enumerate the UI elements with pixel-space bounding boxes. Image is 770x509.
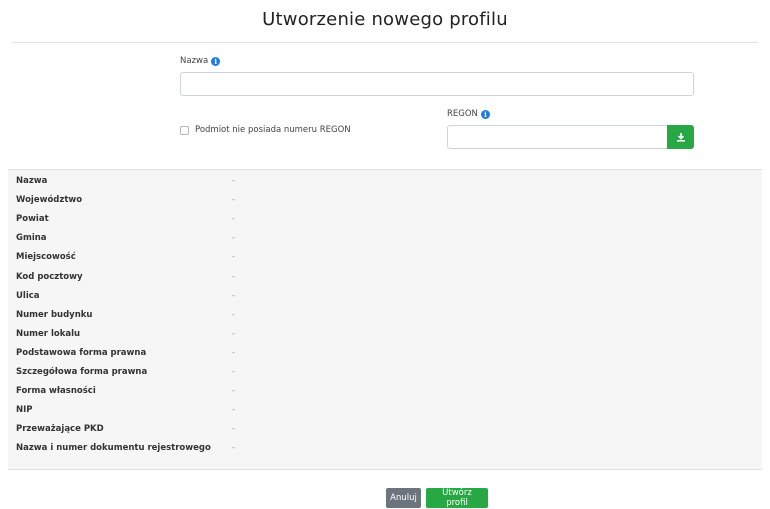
details-row-value: - xyxy=(232,309,236,320)
details-row-label: Gmina xyxy=(16,233,47,244)
name-label-text: Nazwa xyxy=(180,56,209,66)
no-regon-option[interactable]: Podmiot nie posiada numeru REGON xyxy=(180,125,351,135)
details-row: Nazwa i numer dokumentu rejestrowego - xyxy=(8,439,762,457)
fetch-regon-button[interactable] xyxy=(667,125,694,149)
details-row: Nazwa - xyxy=(8,172,762,190)
details-row: NIP - xyxy=(8,401,762,419)
details-row-label: Powiat xyxy=(16,214,49,225)
info-icon[interactable]: i xyxy=(480,109,490,119)
details-row: Ulica - xyxy=(8,287,762,305)
details-row-label: Szczegółowa forma prawna xyxy=(16,367,148,377)
details-row: Szczegółowa forma prawna - xyxy=(8,363,762,381)
create-profile-button[interactable]: Utwórz profil xyxy=(426,488,488,508)
details-row-label: Numer lokalu xyxy=(16,328,81,339)
details-row-value: - xyxy=(232,367,236,377)
no-regon-checkbox[interactable] xyxy=(180,125,189,135)
details-row: Kod pocztowy - xyxy=(8,268,762,286)
details-row-value: - xyxy=(232,386,236,397)
details-row-label: NIP xyxy=(16,405,33,416)
details-row-value: - xyxy=(232,405,236,416)
details-row-label: Miejscowość xyxy=(16,252,76,263)
details-row-label: Województwo xyxy=(16,195,83,206)
details-row-label: Numer budynku xyxy=(16,309,93,320)
regon-input[interactable] xyxy=(447,125,668,149)
details-row-value: - xyxy=(232,271,236,282)
title-divider xyxy=(12,42,758,43)
details-row-value: - xyxy=(232,214,236,225)
details-row: Numer budynku - xyxy=(8,306,762,324)
no-regon-label: Podmiot nie posiada numeru REGON xyxy=(195,125,351,135)
regon-label-text: REGON xyxy=(447,109,478,119)
details-row-value: - xyxy=(232,195,236,206)
details-row-value: - xyxy=(232,347,236,358)
cancel-button[interactable]: Anuluj xyxy=(386,488,421,508)
details-row-value: - xyxy=(232,290,236,301)
download-icon xyxy=(676,133,685,142)
details-row-label: Podstawowa forma prawna xyxy=(16,347,147,358)
details-row-label: Forma własności xyxy=(16,386,96,397)
details-row-label: Nazwa i numer dokumentu rejestrowego xyxy=(16,443,211,454)
details-row-value: - xyxy=(232,424,236,435)
details-row: Podstawowa forma prawna - xyxy=(8,344,762,362)
details-row: Forma własności - xyxy=(8,382,762,400)
name-label: Nazwa i xyxy=(180,56,221,66)
details-row-label: Przeważające PKD xyxy=(16,424,104,435)
details-row: Województwo - xyxy=(8,191,762,209)
page-title: Utworzenie nowego profilu xyxy=(262,9,508,30)
details-row-value: - xyxy=(232,443,236,454)
details-row: Przeważające PKD - xyxy=(8,420,762,438)
details-row-value: - xyxy=(232,252,236,263)
info-icon[interactable]: i xyxy=(211,56,221,66)
details-row-value: - xyxy=(232,233,236,244)
details-row: Numer lokalu - xyxy=(8,325,762,343)
details-row: Gmina - xyxy=(8,229,762,247)
details-row-label: Ulica xyxy=(16,290,40,301)
details-row-value: - xyxy=(232,176,236,186)
name-input[interactable] xyxy=(180,72,694,96)
details-row: Powiat - xyxy=(8,210,762,228)
details-row: Miejscowość - xyxy=(8,248,762,266)
details-row-label: Nazwa xyxy=(16,176,48,186)
details-row-label: Kod pocztowy xyxy=(16,271,83,282)
regon-label: REGON i xyxy=(447,109,490,119)
details-row-value: - xyxy=(232,328,236,339)
